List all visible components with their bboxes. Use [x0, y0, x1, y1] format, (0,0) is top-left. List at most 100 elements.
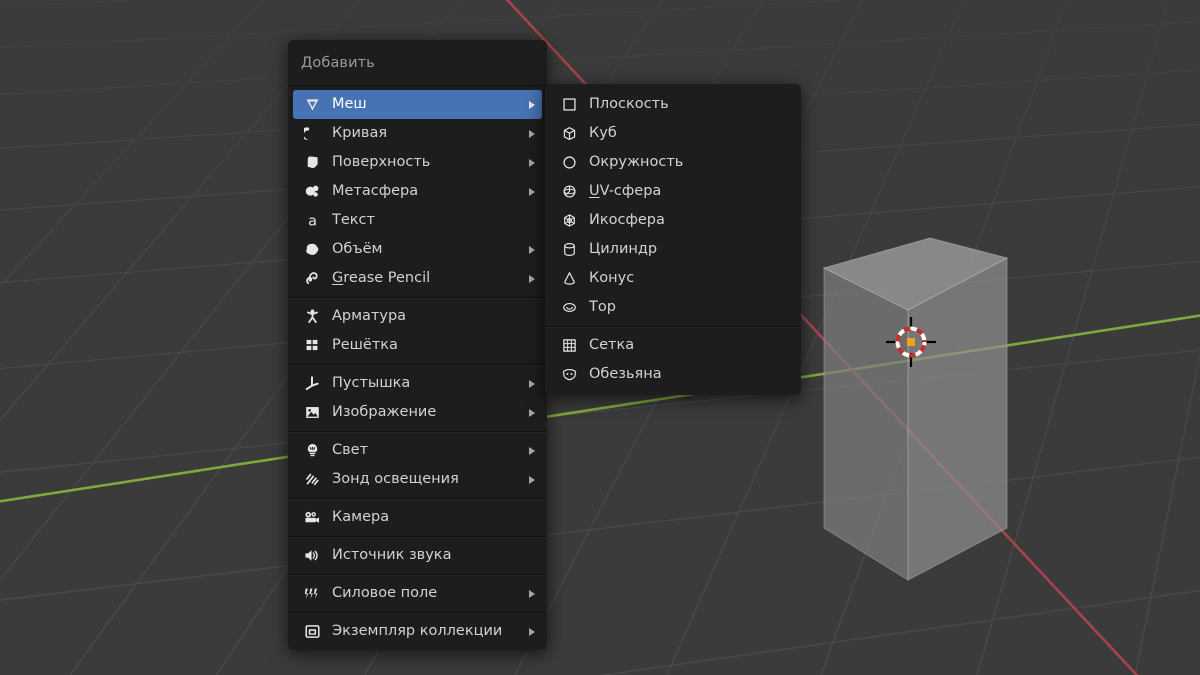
add-menu-item-camera[interactable]: Камера [293, 503, 542, 532]
menu-item-label: Камера [332, 510, 542, 526]
menu-separator [288, 297, 547, 298]
add-menu-header-rule [288, 85, 547, 86]
add-menu-item-volume[interactable]: Объём [293, 235, 542, 264]
add-menu-item-list: Меш Кривая Поверхность Метасфера a Текст Объём… [288, 90, 547, 646]
add-menu-item-mesh[interactable]: Меш [293, 90, 542, 119]
circle-icon [558, 154, 580, 172]
chevron-right-icon [529, 476, 535, 484]
monkey-icon [558, 366, 580, 384]
add-menu-item-empty[interactable]: Пустышка [293, 369, 542, 398]
menu-item-label: Окружность [589, 155, 796, 171]
empty-icon [301, 375, 323, 393]
mesh-submenu-item-cube[interactable]: Куб [550, 119, 796, 148]
armature-icon [301, 308, 323, 326]
grease-pencil-icon [301, 270, 323, 288]
add-menu-item-armature[interactable]: Арматура [293, 302, 542, 331]
mesh-submenu[interactable]: Плоскость Куб Окружность UV-сфера Икосфера Ци… [545, 84, 801, 395]
mesh-submenu-item-cylinder[interactable]: Цилиндр [550, 235, 796, 264]
grid-icon [558, 337, 580, 355]
add-menu-item-light[interactable]: Свет [293, 436, 542, 465]
mesh-submenu-item-plane[interactable]: Плоскость [550, 90, 796, 119]
menu-item-label: Экземпляр коллекции [332, 624, 529, 640]
cube-icon [558, 125, 580, 143]
chevron-right-icon [529, 246, 535, 254]
menu-item-label: Меш [332, 97, 529, 113]
menu-item-label: Текст [332, 213, 542, 229]
menu-separator [288, 574, 547, 575]
mesh-submenu-item-ico-sphere[interactable]: Икосфера [550, 206, 796, 235]
chevron-right-icon [529, 447, 535, 455]
menu-item-label: Пустышка [332, 376, 529, 392]
menu-separator [288, 364, 547, 365]
curve-icon [301, 125, 323, 143]
volume-icon [301, 241, 323, 259]
menu-item-label: Сетка [589, 338, 796, 354]
add-menu-title: Добавить [288, 40, 547, 85]
image-icon [301, 404, 323, 422]
menu-item-label: Источник звука [332, 548, 542, 564]
chevron-right-icon [529, 590, 535, 598]
add-menu-item-light-probe[interactable]: Зонд освещения [293, 465, 542, 494]
mesh-submenu-item-monkey[interactable]: Обезьяна [550, 360, 796, 389]
add-menu-item-metaball[interactable]: Метасфера [293, 177, 542, 206]
menu-item-label: Grease Pencil [332, 271, 529, 287]
add-menu[interactable]: Добавить Меш Кривая Поверхность Метасфера aТ… [288, 40, 547, 650]
menu-separator [545, 326, 801, 327]
mesh-submenu-item-torus[interactable]: Тор [550, 293, 796, 322]
uv-sphere-icon [558, 183, 580, 201]
menu-separator [288, 431, 547, 432]
camera-icon [301, 509, 323, 527]
menu-item-label: Икосфера [589, 213, 796, 229]
mesh-submenu-item-circle[interactable]: Окружность [550, 148, 796, 177]
menu-item-label: Кривая [332, 126, 529, 142]
light-icon [301, 442, 323, 460]
svg-text:a: a [308, 214, 317, 229]
add-menu-item-force-field[interactable]: Силовое поле [293, 579, 542, 608]
add-menu-item-image[interactable]: Изображение [293, 398, 542, 427]
menu-item-label: Зонд освещения [332, 472, 529, 488]
menu-item-label: Объём [332, 242, 529, 258]
menu-item-label: Плоскость [589, 97, 796, 113]
chevron-right-icon [529, 275, 535, 283]
add-menu-item-text[interactable]: a Текст [293, 206, 542, 235]
menu-item-label: Решётка [332, 338, 542, 354]
menu-item-label: Поверхность [332, 155, 529, 171]
menu-separator [288, 498, 547, 499]
add-menu-item-curve[interactable]: Кривая [293, 119, 542, 148]
chevron-right-icon [529, 188, 535, 196]
add-menu-item-grease-pencil[interactable]: Grease Pencil [293, 264, 542, 293]
menu-item-label: Обезьяна [589, 367, 796, 383]
ico-sphere-icon [558, 212, 580, 230]
menu-item-label: Цилиндр [589, 242, 796, 258]
menu-item-label: UV-сфера [589, 184, 796, 200]
add-menu-item-lattice[interactable]: Решётка [293, 331, 542, 360]
mesh-submenu-item-list: Плоскость Куб Окружность UV-сфера Икосфера Ци… [545, 90, 801, 389]
torus-icon [558, 299, 580, 317]
mesh-submenu-item-cone[interactable]: Конус [550, 264, 796, 293]
add-menu-item-collection-instance[interactable]: Экземпляр коллекции [293, 617, 542, 646]
force-field-icon [301, 585, 323, 603]
add-menu-item-speaker[interactable]: Источник звука [293, 541, 542, 570]
menu-item-label: Изображение [332, 405, 529, 421]
light-probe-icon [301, 471, 323, 489]
menu-item-label: Свет [332, 443, 529, 459]
cone-icon [558, 270, 580, 288]
cylinder-icon [558, 241, 580, 259]
menu-item-label: Силовое поле [332, 586, 529, 602]
plane-icon [558, 96, 580, 114]
lattice-icon [301, 337, 323, 355]
speaker-icon [301, 547, 323, 565]
menu-item-label: Арматура [332, 309, 542, 325]
chevron-right-icon [529, 159, 535, 167]
chevron-right-icon [529, 101, 535, 109]
mesh-submenu-item-uv-sphere[interactable]: UV-сфера [550, 177, 796, 206]
menu-item-label: Метасфера [332, 184, 529, 200]
chevron-right-icon [529, 130, 535, 138]
chevron-right-icon [529, 628, 535, 636]
collection-instance-icon [301, 623, 323, 641]
mesh-submenu-item-grid[interactable]: Сетка [550, 331, 796, 360]
menu-item-label: Конус [589, 271, 796, 287]
add-menu-item-surface[interactable]: Поверхность [293, 148, 542, 177]
mesh-icon [301, 96, 323, 114]
text-icon: a [301, 212, 323, 230]
